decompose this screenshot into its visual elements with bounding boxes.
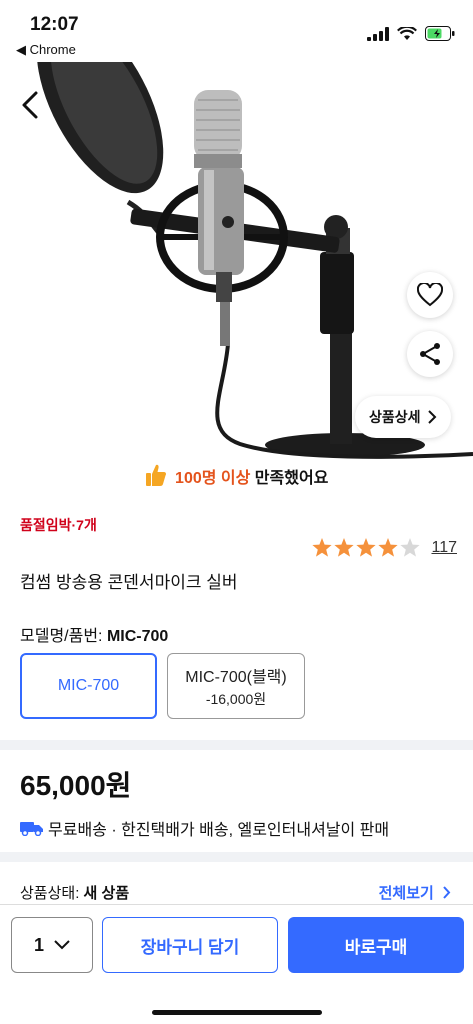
shipping-info: 무료배송 · 한진택배가 배송, 엘로인터내셔날이 판매: [20, 816, 389, 840]
chevron-right-icon: [443, 886, 451, 899]
status-bar: 12:07 ◀ Chrome: [0, 0, 473, 62]
option-mic-700-black[interactable]: MIC-700(블랙) -16,000원: [167, 653, 305, 719]
option-name: MIC-700: [57, 677, 120, 694]
chevron-right-icon: [427, 410, 436, 424]
view-all-link[interactable]: 전체보기: [379, 882, 451, 903]
condition-label: 상품상태:: [20, 885, 84, 902]
option-name: MIC-700(블랙): [185, 669, 287, 686]
back-button[interactable]: [20, 90, 40, 125]
wishlist-button[interactable]: [407, 272, 453, 318]
option-selected-value: MIC-700: [106, 628, 169, 645]
satisfaction-count: 100명 이상: [175, 470, 251, 487]
bottom-action-bar: 1 장바구니 담기 바로구매: [0, 904, 473, 1024]
heart-icon: [417, 283, 443, 307]
clock: 12:07: [30, 14, 79, 35]
option-label-prefix: 모델명/품번:: [20, 628, 107, 645]
add-to-cart-button[interactable]: 장바구니 담기: [102, 917, 278, 973]
low-stock-notice: 품절임박·7개: [20, 517, 97, 533]
satisfaction-banner: 100명 이상 만족했어요: [0, 463, 473, 492]
wifi-icon: [397, 26, 417, 40]
option-label: 모델명/품번: MIC-700: [20, 622, 168, 646]
option-mic-700[interactable]: MIC-700: [20, 653, 157, 719]
option-price-diff: -16,000원: [205, 691, 267, 707]
view-all-label: 전체보기: [378, 885, 434, 902]
product-title: 컴썸 방송용 콘덴서마이크 실버: [20, 573, 238, 592]
signal-icon: [367, 26, 389, 41]
back-to-app-link[interactable]: ◀ Chrome: [16, 42, 76, 58]
section-divider: [0, 740, 473, 750]
chevron-left-icon: [22, 91, 38, 119]
share-icon: [420, 343, 440, 365]
shipping-text: 무료배송 · 한진택배가 배송, 엘로인터내셔날이 판매: [48, 822, 390, 839]
battery-icon: [425, 26, 455, 41]
product-detail-button[interactable]: 상품상세: [355, 396, 451, 438]
product-price: 65,000원: [20, 770, 132, 801]
chevron-down-icon: [54, 940, 70, 950]
satisfaction-text: 만족했어요: [250, 470, 329, 487]
condition-value: 새 상품: [83, 885, 130, 902]
review-count-link[interactable]: 117: [431, 539, 457, 557]
status-icons: [367, 26, 455, 41]
product-condition: 상품상태: 새 상품: [20, 882, 129, 903]
product-detail-label: 상품상세: [369, 409, 421, 425]
quantity-select[interactable]: 1: [11, 917, 93, 973]
quantity-value: 1: [33, 934, 44, 955]
buy-now-button[interactable]: 바로구매: [288, 917, 464, 973]
delivery-truck-icon: [20, 822, 43, 836]
star-rating-icon: [312, 538, 421, 557]
section-divider: [0, 852, 473, 862]
share-button[interactable]: [407, 331, 453, 377]
home-indicator[interactable]: [152, 1010, 322, 1015]
thumbs-up-icon: [145, 463, 167, 492]
rating[interactable]: 117: [311, 537, 457, 559]
